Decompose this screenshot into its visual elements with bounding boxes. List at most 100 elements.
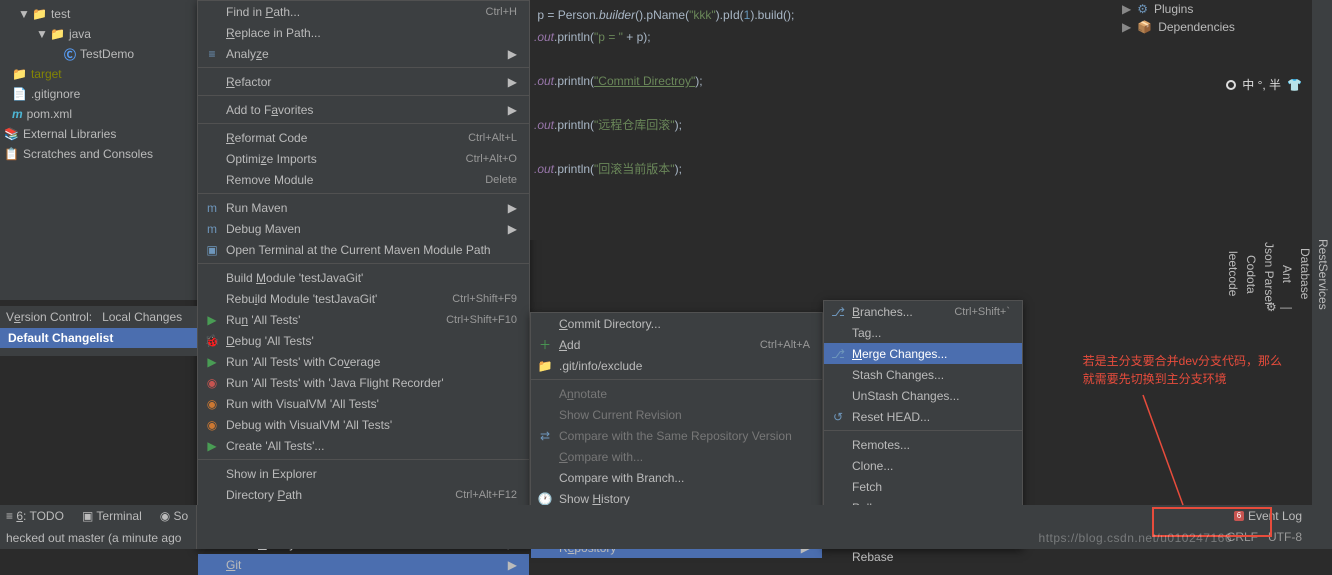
default-changelist[interactable]: Default Changelist bbox=[0, 328, 197, 348]
chevron-down-icon: ▼ bbox=[18, 7, 28, 21]
menu-run-jfr[interactable]: ◉Run 'All Tests' with 'Java Flight Recor… bbox=[198, 372, 529, 393]
menu-run-maven[interactable]: mRun Maven▶ bbox=[198, 197, 529, 218]
gear-icon[interactable]: ⚙ — bbox=[1266, 300, 1292, 314]
tool-leetcode[interactable]: leetcode bbox=[1224, 0, 1242, 549]
tree-folder-target[interactable]: 📁target bbox=[0, 64, 197, 84]
menu-optimize-imports[interactable]: Optimize ImportsCtrl+Alt+O bbox=[198, 148, 529, 169]
menu-directory-path[interactable]: Directory PathCtrl+Alt+F12 bbox=[198, 484, 529, 505]
version-control-panel: Version Control: Local Changes Default C… bbox=[0, 306, 197, 356]
scratch-icon: 📋 bbox=[4, 147, 19, 161]
menu-debug-maven[interactable]: mDebug Maven▶ bbox=[198, 218, 529, 239]
tree-label: java bbox=[69, 27, 91, 41]
tool-rest[interactable]: RestServices bbox=[1314, 0, 1332, 549]
code-editor[interactable]: p = Person.builder().pName("kkk").pId(1)… bbox=[530, 0, 1080, 240]
chevron-right-icon: ▶ bbox=[508, 75, 517, 89]
menu-separator bbox=[531, 379, 822, 380]
analyze-icon: ≡ bbox=[204, 47, 220, 61]
tree-label: Scratches and Consoles bbox=[23, 147, 153, 161]
maven-icon: m bbox=[204, 222, 220, 236]
menu-show-explorer[interactable]: Show in Explorer bbox=[198, 463, 529, 484]
chevron-right-icon: ▶ bbox=[508, 201, 517, 215]
menu-add-favorites[interactable]: Add to Favorites▶ bbox=[198, 99, 529, 120]
menu-run-all-tests[interactable]: ▶Run 'All Tests'Ctrl+Shift+F10 bbox=[198, 309, 529, 330]
repo-rebase[interactable]: Rebase bbox=[824, 546, 1022, 567]
menu-build-module[interactable]: Build Module 'testJavaGit' bbox=[198, 267, 529, 288]
code-line bbox=[534, 136, 1076, 158]
git-compare-same: ⇄Compare with the Same Repository Versio… bbox=[531, 425, 822, 446]
tree-folder-test[interactable]: ▼ 📁 test bbox=[0, 4, 197, 24]
chevron-right-icon: ▶ bbox=[508, 103, 517, 117]
repo-tag[interactable]: Tag... bbox=[824, 322, 1022, 343]
maven-icon: m bbox=[204, 201, 220, 215]
folder-icon: 📁 bbox=[12, 67, 27, 81]
repo-unstash[interactable]: UnStash Changes... bbox=[824, 385, 1022, 406]
menu-run-visualvm[interactable]: ◉Run with VisualVM 'All Tests' bbox=[198, 393, 529, 414]
git-compare-with: Compare with... bbox=[531, 446, 822, 467]
repo-clone[interactable]: Clone... bbox=[824, 455, 1022, 476]
menu-refactor[interactable]: Refactor▶ bbox=[198, 71, 529, 92]
menu-replace-in-path[interactable]: Replace in Path... bbox=[198, 22, 529, 43]
tree-label: External Libraries bbox=[23, 127, 116, 141]
git-compare-branch[interactable]: Compare with Branch... bbox=[531, 467, 822, 488]
code-line: .out.println("远程仓库回滚"); bbox=[534, 114, 1076, 136]
chevron-right-icon: ▶ bbox=[508, 558, 517, 572]
encoding[interactable]: UTF-8 bbox=[1268, 530, 1302, 544]
tab-todo[interactable]: ≡ 6: TODO bbox=[6, 509, 64, 523]
tree-file-gitignore[interactable]: 📄.gitignore bbox=[0, 84, 197, 104]
vc-header[interactable]: Version Control: Local Changes bbox=[0, 306, 197, 328]
repo-remotes[interactable]: Remotes... bbox=[824, 434, 1022, 455]
repo-fetch[interactable]: Fetch bbox=[824, 476, 1022, 497]
tool-ant[interactable]: Ant bbox=[1278, 0, 1296, 549]
menu-debug-all-tests[interactable]: 🐞Debug 'All Tests' bbox=[198, 330, 529, 351]
menu-separator bbox=[824, 430, 1022, 431]
tree-class-testdemo[interactable]: ⒸTestDemo bbox=[0, 44, 197, 64]
tree-label: Plugins bbox=[1154, 2, 1193, 16]
repo-stash[interactable]: Stash Changes... bbox=[824, 364, 1022, 385]
merge-icon: ⎇ bbox=[830, 347, 846, 361]
tree-label: TestDemo bbox=[80, 47, 134, 61]
menu-separator bbox=[198, 193, 529, 194]
git-commit[interactable]: Commit Directory... bbox=[531, 313, 822, 334]
menu-open-terminal-maven[interactable]: ▣Open Terminal at the Current Maven Modu… bbox=[198, 239, 529, 260]
menu-analyze[interactable]: ≡Analyze▶ bbox=[198, 43, 529, 64]
menu-separator bbox=[198, 263, 529, 264]
menu-debug-visualvm[interactable]: ◉Debug with VisualVM 'All Tests' bbox=[198, 414, 529, 435]
git-annotate: Annotate bbox=[531, 383, 822, 404]
tool-codota[interactable]: Codota bbox=[1242, 0, 1260, 549]
menu-git[interactable]: Git▶ bbox=[198, 554, 529, 575]
chevron-right-icon: ▶ bbox=[508, 222, 517, 236]
menu-reformat[interactable]: Reformat CodeCtrl+Alt+L bbox=[198, 127, 529, 148]
folder-icon: 📁 bbox=[32, 7, 47, 21]
code-line bbox=[534, 92, 1076, 114]
repo-branches[interactable]: ⎇Branches...Ctrl+Shift+` bbox=[824, 301, 1022, 322]
repo-reset[interactable]: ↺Reset HEAD... bbox=[824, 406, 1022, 427]
tool-json[interactable]: Json Parser bbox=[1260, 0, 1278, 549]
status-message: hecked out master (a minute ago bbox=[0, 527, 197, 549]
tab-terminal[interactable]: ▣ Terminal bbox=[82, 509, 142, 523]
menu-remove-module[interactable]: Remove ModuleDelete bbox=[198, 169, 529, 190]
code-line: .out.println("Commit Directroy"); bbox=[534, 70, 1076, 92]
repo-merge[interactable]: ⎇Merge Changes... bbox=[824, 343, 1022, 364]
menu-run-coverage[interactable]: ▶Run 'All Tests' with Coverage bbox=[198, 351, 529, 372]
git-add[interactable]: ＋AddCtrl+Alt+A bbox=[531, 334, 822, 355]
git-exclude[interactable]: 📁.git/info/exclude bbox=[531, 355, 822, 376]
library-icon: 📚 bbox=[4, 127, 19, 141]
terminal-icon: ▣ bbox=[204, 243, 220, 257]
tree-ext-libs[interactable]: 📚 External Libraries bbox=[0, 124, 197, 144]
tool-database[interactable]: Database bbox=[1296, 0, 1314, 549]
visualvm-icon: ◉ bbox=[204, 418, 220, 432]
annotation-arrow bbox=[1023, 375, 1223, 525]
tab-so[interactable]: ◉ So bbox=[160, 509, 188, 523]
menu-find-in-path[interactable]: Find in Path...Ctrl+H bbox=[198, 1, 529, 22]
code-line: p = Person.builder().pName("kkk").pId(1)… bbox=[534, 4, 1076, 26]
menu-rebuild-module[interactable]: Rebuild Module 'testJavaGit'Ctrl+Shift+F… bbox=[198, 288, 529, 309]
menu-separator bbox=[198, 95, 529, 96]
tree-scratches[interactable]: 📋 Scratches and Consoles bbox=[0, 144, 197, 164]
annotation-text: 若是主分支要合并dev分支代码，那么 就需要先切换到主分支环境 bbox=[1083, 352, 1282, 388]
tree-folder-java[interactable]: ▼📁java bbox=[0, 24, 197, 44]
tree-label: test bbox=[51, 7, 70, 21]
chevron-right-icon: ▶ bbox=[508, 47, 517, 61]
menu-create-all-tests[interactable]: ▶Create 'All Tests'... bbox=[198, 435, 529, 456]
tree-file-pom[interactable]: mpom.xml bbox=[0, 104, 197, 124]
git-show-revision: Show Current Revision bbox=[531, 404, 822, 425]
